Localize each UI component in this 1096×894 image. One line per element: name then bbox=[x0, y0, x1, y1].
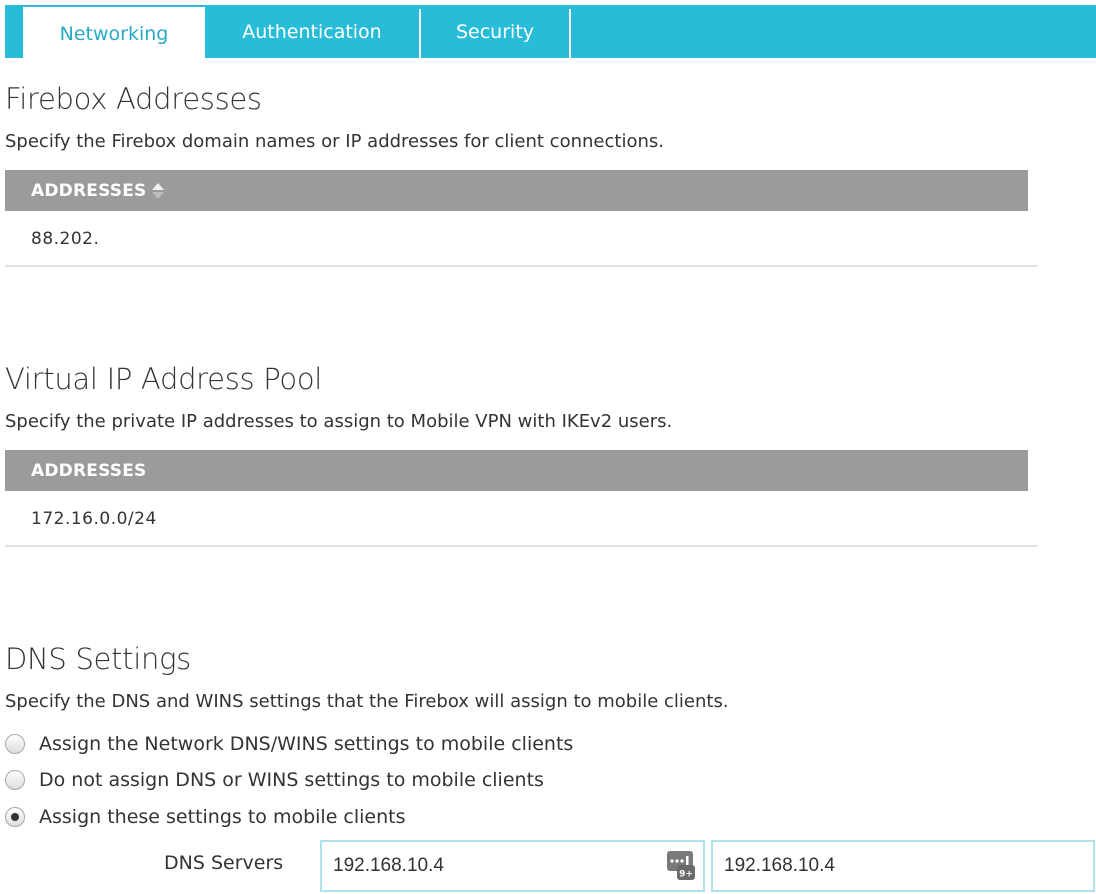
tab-authentication[interactable]: Authentication bbox=[205, 5, 419, 58]
table-row[interactable]: 172.16.0.0/24 bbox=[5, 492, 1038, 547]
firebox-addresses-title: Firebox Addresses bbox=[5, 82, 262, 116]
virtual-ip-pool-title: Virtual IP Address Pool bbox=[5, 362, 323, 396]
firebox-addresses-description: Specify the Firebox domain names or IP a… bbox=[5, 131, 664, 152]
tab-authentication-label: Authentication bbox=[242, 20, 382, 43]
virtual-ip-pool-table-header: ADDRESSES bbox=[5, 450, 1028, 491]
dns-server-1-input[interactable]: 192.168.10.4 9+ bbox=[320, 840, 705, 892]
radio-button-checked[interactable] bbox=[5, 807, 25, 827]
dns-settings-title: DNS Settings bbox=[5, 642, 191, 676]
tab-security-label: Security bbox=[455, 20, 535, 43]
table-row[interactable]: 88.202. bbox=[5, 212, 1038, 267]
dns-server-2-input[interactable]: 192.168.10.4 bbox=[711, 840, 1095, 892]
virtual-ip-pool-description: Specify the private IP addresses to assi… bbox=[5, 411, 673, 432]
dns-server-2-value: 192.168.10.4 bbox=[724, 855, 835, 876]
address-cell: 88.202. bbox=[31, 228, 100, 249]
radio-button[interactable] bbox=[5, 770, 25, 790]
tab-bar: Networking Authentication Security bbox=[5, 5, 1096, 60]
radio-label[interactable]: Do not assign DNS or WINS settings to mo… bbox=[39, 769, 544, 791]
dns-settings-description: Specify the DNS and WINS settings that t… bbox=[5, 691, 729, 712]
radio-do-not-assign-dns[interactable]: Do not assign DNS or WINS settings to mo… bbox=[5, 769, 544, 791]
firebox-addresses-table-header[interactable]: ADDRESSES bbox=[5, 170, 1028, 211]
numeric-keypad-icon[interactable]: 9+ bbox=[667, 851, 695, 881]
radio-label[interactable]: Assign these settings to mobile clients bbox=[39, 806, 406, 828]
radio-label[interactable]: Assign the Network DNS/WINS settings to … bbox=[39, 733, 573, 755]
radio-button[interactable] bbox=[5, 734, 25, 754]
keypad-badge: 9+ bbox=[679, 870, 693, 880]
addresses-column-header[interactable]: ADDRESSES bbox=[31, 461, 146, 481]
tab-networking[interactable]: Networking bbox=[23, 7, 205, 60]
dns-server-1-value: 192.168.10.4 bbox=[333, 855, 444, 876]
tab-networking-label: Networking bbox=[59, 22, 169, 45]
radio-assign-these-settings[interactable]: Assign these settings to mobile clients bbox=[5, 806, 406, 828]
addresses-column-header[interactable]: ADDRESSES bbox=[31, 181, 146, 201]
dns-servers-label: DNS Servers bbox=[164, 852, 284, 874]
sort-ascending-icon[interactable] bbox=[152, 181, 165, 201]
address-cell: 172.16.0.0/24 bbox=[31, 508, 157, 529]
tab-security[interactable]: Security bbox=[421, 5, 569, 58]
tab-divider bbox=[569, 9, 571, 58]
radio-assign-network-dns[interactable]: Assign the Network DNS/WINS settings to … bbox=[5, 733, 573, 755]
